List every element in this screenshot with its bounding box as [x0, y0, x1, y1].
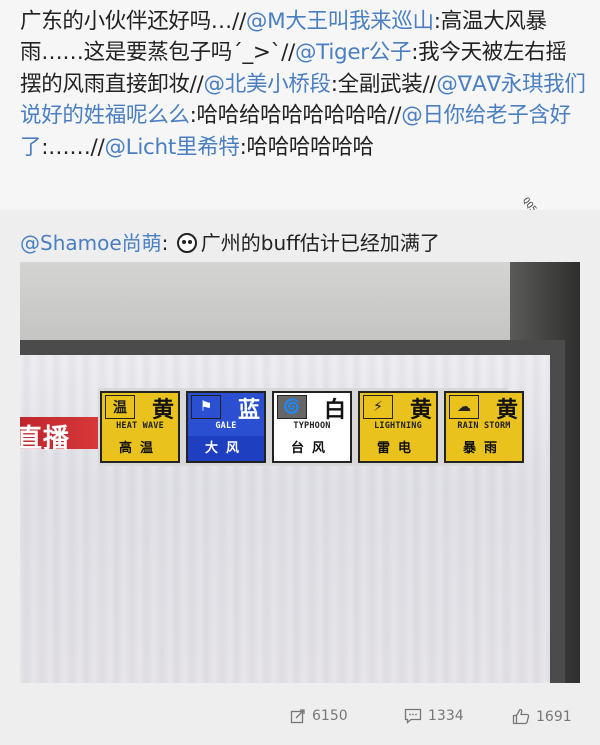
post-stats: 6150 1334 1691: [0, 700, 600, 736]
warning-signal-rain-storm: ☁ 黄 RAIN STORM 暴雨: [444, 391, 524, 463]
repost-icon: [290, 708, 306, 724]
flag-icon: ⚑: [191, 395, 221, 419]
mention-link[interactable]: @北美小桥段: [204, 72, 332, 97]
signal-top: ⚡ 黄: [360, 393, 436, 423]
comment-stat[interactable]: 1334: [404, 708, 464, 724]
like-count: 1691: [536, 708, 572, 725]
tv-photo[interactable]: 直播 《 温黄HEAT WAVE高温⚑蓝GALE大风🌀白TYPHOON台风⚡黄L…: [20, 262, 580, 683]
warning-signal-gale: ⚑ 蓝 GALE 大风: [186, 391, 266, 463]
thumbs-up-icon: [512, 708, 530, 725]
mention-link[interactable]: @Tiger公子: [295, 40, 412, 65]
warning-signal-typhoon: 🌀 白 TYPHOON 台风: [272, 391, 352, 463]
signal-top: ☁ 黄: [446, 393, 522, 423]
signal-level: 黄: [495, 398, 518, 423]
rainstorm-icon: ☁: [449, 395, 479, 419]
signal-chinese-label: 雷电: [360, 436, 436, 461]
live-label: 直播: [20, 424, 71, 454]
signal-chinese-label: 台风: [274, 436, 350, 461]
post-text-segment: :全副武装//: [330, 71, 437, 97]
signal-level: 黄: [409, 398, 432, 423]
comment-icon: [404, 708, 422, 724]
thermometer-icon: 温: [105, 395, 135, 419]
signal-level: 蓝: [237, 398, 260, 423]
lightning-icon: ⚡: [363, 395, 393, 419]
mention-link[interactable]: @Licht里希特: [104, 135, 239, 160]
wall-background: [20, 262, 580, 352]
post-text-segment: 广东的小伙伴还好吗…//: [20, 9, 246, 34]
signal-english-label: HEAT WAVE: [116, 421, 164, 431]
signal-english-label: GALE: [215, 421, 237, 431]
repost-author-link[interactable]: @Shamoe尚萌: [20, 231, 162, 255]
post-text: 广东的小伙伴还好吗…//@M大王叫我来巡山:高温大风暴雨……这是要蒸包子吗´_>…: [20, 6, 586, 163]
warning-signal-lightning: ⚡ 黄 LIGHTNING 雷电: [358, 391, 438, 463]
repost-text: 广州的buff估计已经加满了: [200, 231, 440, 255]
repost-colon: :: [161, 231, 175, 255]
post-text-segment: :哈哈给哈哈哈哈哈哈//: [189, 103, 402, 129]
signal-level: 黄: [151, 398, 174, 423]
signal-level: 白: [323, 398, 346, 423]
signal-chinese-label: 大风: [188, 436, 264, 461]
signal-english-label: RAIN STORM: [457, 421, 511, 431]
like-stat[interactable]: 1691: [512, 708, 572, 725]
post-text-segment: :哈哈哈哈哈哈: [239, 134, 374, 160]
signal-top: ⚑ 蓝: [188, 393, 264, 423]
tv-screen: 直播 《 温黄HEAT WAVE高温⚑蓝GALE大风🌀白TYPHOON台风⚡黄L…: [20, 355, 550, 683]
original-post: 广东的小伙伴还好吗…//@M大王叫我来巡山:高温大风暴雨……这是要蒸包子吗´_>…: [0, 0, 600, 249]
signal-chinese-label: 高温: [102, 436, 178, 461]
post-text-segment: :……//: [41, 134, 105, 160]
typhoon-icon: 🌀: [277, 395, 307, 419]
signal-chinese-label: 暴雨: [446, 436, 522, 461]
grinning-face-icon: [176, 233, 197, 253]
warning-signal-heat-wave: 温黄 HEAT WAVE 高温: [100, 391, 180, 463]
mention-link[interactable]: @M大王叫我来巡山: [246, 9, 434, 34]
signal-top: 温黄: [102, 393, 178, 423]
signal-top: 🌀 白: [274, 393, 350, 423]
repost-stat[interactable]: 6150: [290, 708, 348, 724]
repost-line: @Shamoe尚萌: 广州的buff估计已经加满了: [20, 227, 440, 256]
comment-count: 1334: [428, 708, 464, 724]
signal-english-label: TYPHOON: [293, 421, 331, 431]
repost-count: 6150: [312, 708, 348, 724]
signal-english-label: LIGHTNING: [374, 421, 422, 431]
